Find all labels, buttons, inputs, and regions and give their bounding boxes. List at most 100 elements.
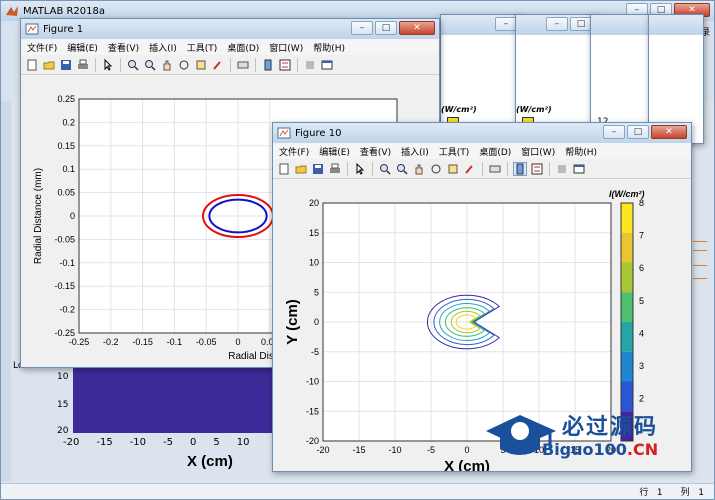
figure10-x-tick-label: -5	[427, 445, 435, 455]
figure10-y-tick-label: 0	[314, 317, 319, 327]
open-file-icon[interactable]	[294, 162, 308, 176]
menu-view[interactable]: 查看(V)	[360, 145, 391, 158]
menu-file[interactable]: 文件(F)	[279, 145, 309, 158]
matlab-logo-icon	[6, 6, 18, 16]
figure10-minimize-button[interactable]: –	[603, 125, 625, 139]
main-window-title: MATLAB R2018a	[23, 5, 106, 17]
figure10-maximize-button[interactable]: □	[627, 125, 649, 139]
figure1-y-tick-label: -0.1	[59, 258, 75, 268]
bg-axis-ticks: -20 -15 -10 -5 0 5 10	[63, 437, 250, 448]
dock-icon[interactable]	[572, 162, 586, 176]
figure1-maximize-button[interactable]: □	[375, 21, 397, 35]
zoom-out-icon[interactable]	[143, 58, 157, 72]
figure10-y-tick-label: 20	[309, 198, 319, 208]
figure1-menubar: 文件(F) 编辑(E) 查看(V) 插入(I) 工具(T) 桌面(D) 窗口(W…	[21, 39, 439, 55]
brush-icon[interactable]	[211, 58, 225, 72]
figure1-x-tick-label: -0.2	[103, 337, 119, 347]
menu-insert[interactable]: 插入(I)	[401, 145, 429, 158]
rotate-icon[interactable]	[177, 58, 191, 72]
open-file-icon[interactable]	[42, 58, 56, 72]
figure10-toolbar	[273, 159, 691, 179]
figure10-colorbar-tick: 3	[639, 361, 644, 371]
figure10-x-tick-label: -15	[352, 445, 365, 455]
bg-a-min-button[interactable]: –	[495, 17, 517, 31]
pointer-icon[interactable]	[101, 58, 115, 72]
figure10-colorbar-segment	[621, 232, 633, 263]
figure10-colorbar-tick: 4	[639, 328, 644, 338]
menu-help[interactable]: 帮助(H)	[313, 41, 345, 54]
print-icon[interactable]	[76, 58, 90, 72]
menu-window[interactable]: 窗口(W)	[521, 145, 555, 158]
menu-insert[interactable]: 插入(I)	[149, 41, 177, 54]
link-icon[interactable]	[488, 162, 502, 176]
menu-window[interactable]: 窗口(W)	[269, 41, 303, 54]
figure10-x-tick-label: -20	[316, 445, 329, 455]
bg-b-min-button[interactable]: –	[546, 17, 568, 31]
figure1-x-tick-label: -0.15	[132, 337, 153, 347]
colorbar-icon[interactable]	[513, 161, 527, 176]
colorbar-icon[interactable]	[261, 58, 275, 72]
data-cursor-icon[interactable]	[446, 162, 460, 176]
save-icon[interactable]	[59, 58, 73, 72]
link-icon[interactable]	[236, 58, 250, 72]
new-figure-icon[interactable]	[277, 162, 291, 176]
figure10-y-tick-label: 15	[309, 228, 319, 238]
figure10-x-tick-label: -10	[388, 445, 401, 455]
brush-icon[interactable]	[463, 162, 477, 176]
zoom-out-icon[interactable]	[395, 162, 409, 176]
status-col: 列 1	[680, 488, 704, 498]
figure1-x-tick-label: 0	[235, 337, 240, 347]
menu-desktop[interactable]: 桌面(D)	[479, 145, 511, 158]
figure1-y-tick-label: -0.15	[54, 281, 75, 291]
bg-axis-label: X (cm)	[187, 453, 233, 470]
bg-b-max-button[interactable]: □	[570, 17, 592, 31]
figure1-x-tick-label: -0.1	[167, 337, 183, 347]
figure10-colorbar-segment	[621, 322, 633, 352]
hide-tools-icon[interactable]	[555, 162, 569, 176]
bg-a-colorbar-label: (W/cm²)	[441, 105, 477, 114]
figure-icon	[277, 127, 291, 139]
zoom-in-icon[interactable]	[126, 58, 140, 72]
menu-tools[interactable]: 工具(T)	[439, 145, 470, 158]
figure10-y-tick-label: -10	[306, 377, 319, 387]
figure1-x-tick-label: -0.05	[196, 337, 217, 347]
figure1-close-button[interactable]: ✕	[399, 21, 435, 35]
data-cursor-icon[interactable]	[194, 58, 208, 72]
menu-edit[interactable]: 编辑(E)	[67, 41, 98, 54]
figure10-colorbar-tick: 2	[639, 394, 644, 404]
rotate-icon[interactable]	[429, 162, 443, 176]
menu-file[interactable]: 文件(F)	[27, 41, 57, 54]
figure10-close-button[interactable]: ✕	[651, 125, 687, 139]
legend-icon[interactable]	[530, 162, 544, 176]
pan-icon[interactable]	[160, 58, 174, 72]
menu-view[interactable]: 查看(V)	[108, 41, 139, 54]
side-label-10: 10	[57, 372, 69, 382]
figure-icon	[25, 23, 39, 35]
legend-icon[interactable]	[278, 58, 292, 72]
figure1-y-tick-label: 0.2	[62, 117, 75, 127]
figure10-titlebar: Figure 10 – □ ✕	[273, 123, 691, 143]
status-row: 行 1	[639, 488, 663, 498]
pointer-icon[interactable]	[353, 162, 367, 176]
pan-icon[interactable]	[412, 162, 426, 176]
figure10-colorbar-tick: 5	[639, 296, 644, 306]
zoom-in-icon[interactable]	[378, 162, 392, 176]
bg-b-colorbar-label: (W/cm²)	[516, 105, 552, 114]
hide-tools-icon[interactable]	[303, 58, 317, 72]
menu-help[interactable]: 帮助(H)	[565, 145, 597, 158]
menu-desktop[interactable]: 桌面(D)	[227, 41, 259, 54]
figure1-y-tick-label: -0.2	[59, 305, 75, 315]
figure10-colorbar-tick: 6	[639, 263, 644, 273]
save-icon[interactable]	[311, 162, 325, 176]
figure1-minimize-button[interactable]: –	[351, 21, 373, 35]
figure10-colorbar-segment	[621, 351, 633, 382]
dock-icon[interactable]	[320, 58, 334, 72]
side-label-20: 20	[57, 426, 69, 436]
menu-tools[interactable]: 工具(T)	[187, 41, 218, 54]
print-icon[interactable]	[328, 162, 342, 176]
menu-edit[interactable]: 编辑(E)	[319, 145, 350, 158]
figure10-colorbar-tick: 8	[639, 198, 644, 208]
left-rail	[1, 101, 11, 481]
new-figure-icon[interactable]	[25, 58, 39, 72]
watermark-url: Biguo100.CN	[542, 440, 659, 459]
